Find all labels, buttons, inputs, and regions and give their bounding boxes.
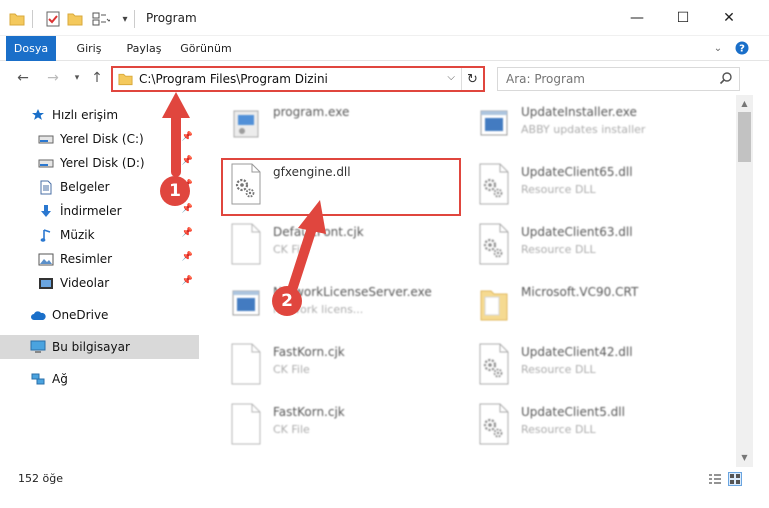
step-1-badge: 1 — [160, 176, 190, 206]
arrow-2 — [287, 200, 326, 295]
annotation-layer — [162, 92, 326, 295]
arrow-1 — [162, 92, 190, 177]
step-2-badge: 2 — [272, 286, 302, 316]
